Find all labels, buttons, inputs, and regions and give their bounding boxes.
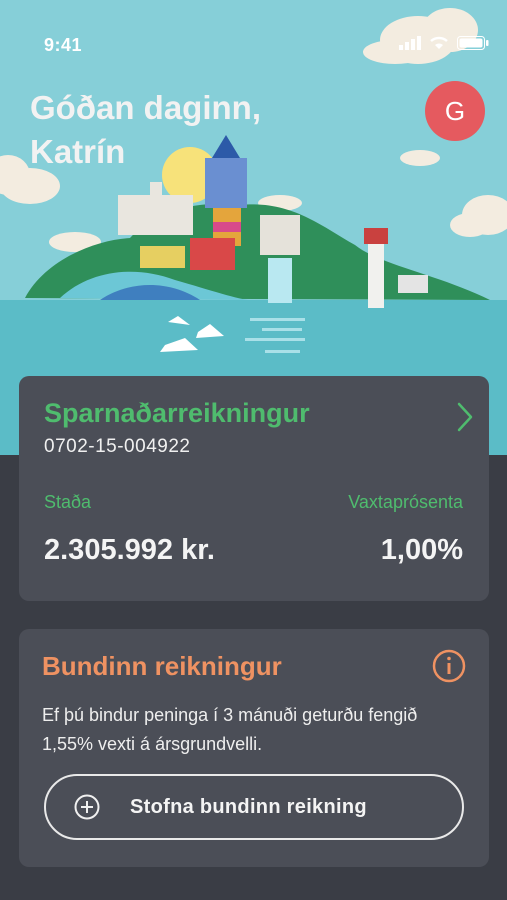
interest-rate-label: Vaxtaprósenta xyxy=(348,492,463,512)
fixed-account-card: Bundinn reikningur Ef þú bindur peninga … xyxy=(19,629,489,867)
battery-icon xyxy=(457,36,489,50)
wifi-icon xyxy=(430,36,448,49)
status-icons xyxy=(399,36,489,50)
plus-circle-icon xyxy=(74,794,100,820)
info-icon[interactable] xyxy=(432,649,466,683)
status-bar: 9:41 xyxy=(0,0,507,90)
fixed-account-description: Ef þú bindur peninga í 3 mánuði geturðu … xyxy=(42,705,418,754)
signal-icon xyxy=(399,36,421,50)
greeting-line-2: Katrín xyxy=(30,133,126,170)
avatar-button[interactable]: G xyxy=(425,81,485,141)
greeting-heading: Góðan daginn, Katrín xyxy=(30,86,350,174)
greeting-line-1: Góðan daginn, xyxy=(30,89,261,126)
create-fixed-account-button[interactable]: Stofna bundinn reikning xyxy=(44,774,464,840)
savings-account-card[interactable]: Sparnaðarreikningur 0702-15-004922 Staða… xyxy=(19,376,489,601)
account-number: 0702-15-004922 xyxy=(44,436,191,457)
account-name: Sparnaðarreikningur xyxy=(44,398,310,428)
balance-label: Staða xyxy=(44,492,92,512)
fixed-account-title: Bundinn reikningur xyxy=(42,651,282,681)
balance-value: 2.305.992 kr. xyxy=(44,534,215,566)
interest-rate-value: 1,00% xyxy=(380,534,463,566)
chevron-right-icon[interactable] xyxy=(457,402,473,432)
create-fixed-account-label: Stofna bundinn reikning xyxy=(130,795,367,818)
status-time: 9:41 xyxy=(44,35,83,55)
